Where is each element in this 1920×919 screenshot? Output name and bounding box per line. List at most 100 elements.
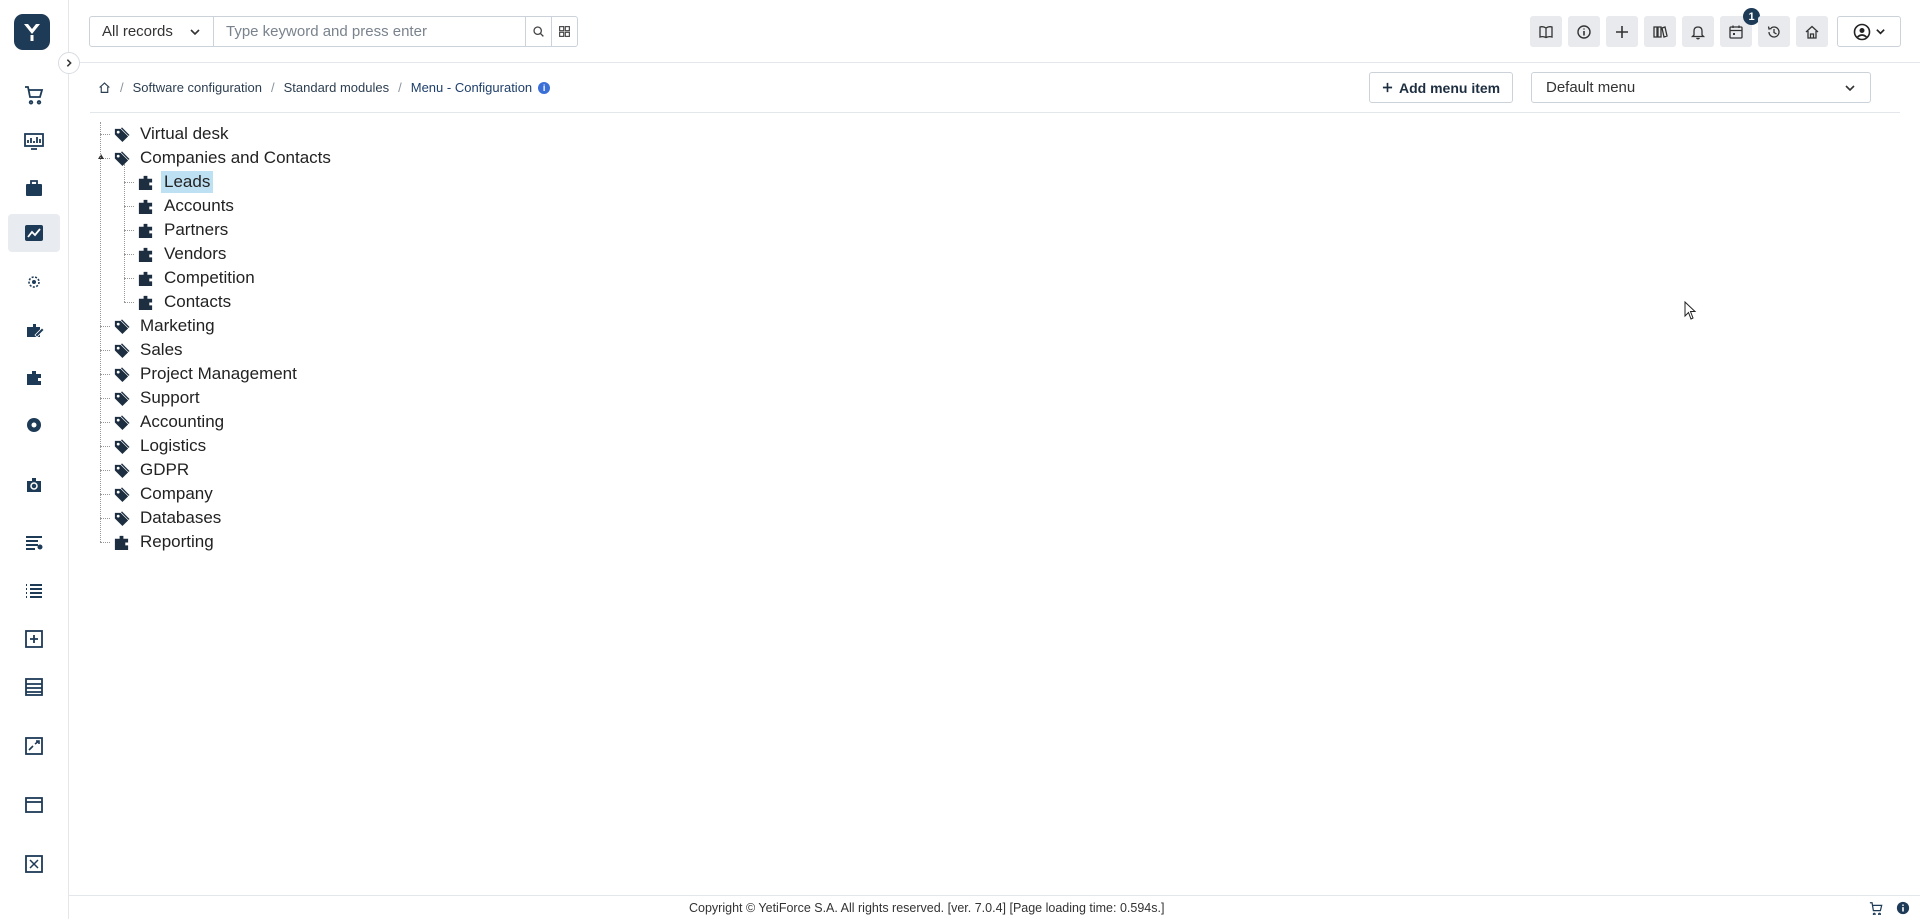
users-gear-icon bbox=[28, 276, 40, 288]
footer: Copyright © YetiForce S.A. All rights re… bbox=[69, 895, 1920, 919]
tag-icon bbox=[112, 389, 130, 407]
advanced-search-button[interactable] bbox=[551, 17, 577, 46]
sidebar-item-table[interactable] bbox=[8, 668, 60, 706]
bell-icon bbox=[1690, 25, 1706, 39]
tree-node-company[interactable]: Company bbox=[112, 482, 216, 506]
breadcrumb-standard-modules[interactable]: Standard modules bbox=[284, 80, 390, 95]
about-button[interactable] bbox=[1568, 16, 1600, 47]
menu-select[interactable]: Default menu bbox=[1531, 72, 1871, 103]
breadcrumb: / Software configuration / Standard modu… bbox=[98, 80, 551, 95]
tree-node-reporting[interactable]: Reporting bbox=[112, 530, 217, 554]
tree-node-companies-and-contacts[interactable]: Companies and Contacts bbox=[112, 146, 334, 170]
tree-node-competition[interactable]: Competition bbox=[136, 266, 258, 290]
sidebar-item-add-block[interactable] bbox=[8, 620, 60, 658]
sidebar-item-window[interactable] bbox=[8, 786, 60, 824]
tree-node-databases[interactable]: Databases bbox=[112, 506, 224, 530]
sidebar-item-list-settings[interactable] bbox=[8, 524, 60, 562]
tag-icon bbox=[112, 413, 130, 431]
top-header: All records 1 bbox=[69, 0, 1920, 63]
tag-icon bbox=[112, 317, 130, 335]
calendar-reminders-button[interactable]: 1 bbox=[1720, 8, 1760, 47]
user-menu-button[interactable] bbox=[1837, 16, 1901, 47]
tree-node-accounting[interactable]: Accounting bbox=[112, 410, 227, 434]
sidebar-item-settings-chart[interactable] bbox=[8, 214, 60, 252]
add-menu-item-label: Add menu item bbox=[1399, 79, 1501, 96]
puzzle-icon bbox=[136, 173, 154, 191]
list-settings-icon bbox=[26, 536, 43, 550]
edit-module-icon bbox=[27, 324, 45, 338]
search-input[interactable] bbox=[214, 17, 525, 46]
tree-node-marketing[interactable]: Marketing bbox=[112, 314, 218, 338]
tree-node-virtual-desk[interactable]: Virtual desk bbox=[112, 122, 232, 146]
info-icon[interactable]: i bbox=[538, 81, 551, 94]
tree-connector bbox=[100, 374, 110, 375]
footer-copyright: Copyright © YetiForce S.A. All rights re… bbox=[689, 901, 1165, 915]
home-button[interactable] bbox=[1796, 16, 1828, 47]
tree-connector bbox=[100, 422, 110, 423]
tree-node-leads[interactable]: Leads bbox=[136, 170, 214, 194]
chart-box-icon bbox=[25, 737, 43, 755]
puzzle-icon bbox=[136, 245, 154, 263]
breadcrumb-software-configuration[interactable]: Software configuration bbox=[133, 80, 262, 95]
sidebar-item-cog-module[interactable] bbox=[8, 406, 60, 444]
sidebar-item-users-gear[interactable] bbox=[8, 263, 60, 301]
tree-node-label: Reporting bbox=[140, 532, 214, 551]
search-scope-select[interactable]: All records bbox=[90, 17, 214, 46]
tree-node-contacts[interactable]: Contacts bbox=[136, 290, 234, 314]
tree-connector bbox=[100, 398, 110, 399]
tree-node-vendors[interactable]: Vendors bbox=[136, 242, 229, 266]
notifications-button[interactable] bbox=[1682, 16, 1714, 47]
tree-node-support[interactable]: Support bbox=[112, 386, 203, 410]
tree-node-label: Accounts bbox=[164, 196, 234, 215]
add-block-icon bbox=[25, 630, 43, 648]
sidebar-item-list[interactable] bbox=[8, 572, 60, 610]
cart-icon bbox=[25, 86, 44, 105]
search-icon bbox=[533, 26, 544, 37]
puzzle-icon bbox=[136, 269, 154, 287]
announcements-button[interactable] bbox=[1644, 16, 1676, 47]
tag-icon bbox=[112, 485, 130, 503]
tree-node-accounts[interactable]: Accounts bbox=[136, 194, 237, 218]
cart-icon[interactable] bbox=[1868, 900, 1884, 916]
briefcase-icon bbox=[26, 180, 42, 196]
sidebar-item-cart[interactable] bbox=[8, 75, 60, 113]
tree-connector bbox=[124, 230, 134, 231]
home-icon bbox=[1805, 25, 1819, 39]
tree-node-logistics[interactable]: Logistics bbox=[112, 434, 209, 458]
sidebar-item-edit-module[interactable] bbox=[8, 311, 60, 349]
tree-connector bbox=[100, 326, 110, 327]
sidebar-item-puzzle-module[interactable] bbox=[8, 358, 60, 396]
history-button[interactable] bbox=[1758, 16, 1790, 47]
tree-toggle-icon[interactable] bbox=[98, 154, 104, 159]
tree-node-sales[interactable]: Sales bbox=[112, 338, 186, 362]
sidebar-item-field[interactable] bbox=[8, 845, 60, 883]
sidebar-item-chart-box[interactable] bbox=[8, 727, 60, 765]
breadcrumb-bar: / Software configuration / Standard modu… bbox=[90, 64, 1900, 113]
sidebar-expand-button[interactable] bbox=[58, 52, 80, 74]
sidebar-item-monitor-chart[interactable] bbox=[8, 122, 60, 160]
user-circle-icon bbox=[1853, 23, 1870, 40]
yetiforce-logo[interactable] bbox=[14, 14, 50, 50]
tree-connector bbox=[124, 164, 125, 302]
chevron-down-icon bbox=[190, 28, 200, 35]
tree-connector bbox=[124, 206, 134, 207]
breadcrumb-current: Menu - Configuration bbox=[410, 80, 533, 95]
tree-node-label: Partners bbox=[164, 220, 229, 239]
home-icon[interactable] bbox=[98, 81, 111, 94]
tree-node-partners[interactable]: Partners bbox=[136, 218, 231, 242]
knowledge-base-button[interactable] bbox=[1530, 16, 1562, 47]
search-button[interactable] bbox=[525, 17, 551, 46]
news-icon bbox=[1653, 25, 1668, 38]
quick-create-button[interactable] bbox=[1606, 16, 1638, 47]
breadcrumb-separator: / bbox=[270, 80, 275, 95]
grid-icon bbox=[559, 26, 570, 37]
sidebar-item-search-module[interactable] bbox=[8, 465, 60, 503]
history-icon bbox=[1767, 25, 1780, 38]
tree-connector bbox=[124, 278, 134, 279]
tree-node-project-management[interactable]: Project Management bbox=[112, 362, 300, 386]
tree-connector bbox=[100, 494, 110, 495]
info-icon[interactable] bbox=[1895, 900, 1911, 916]
add-menu-item-button[interactable]: Add menu item bbox=[1369, 72, 1514, 103]
sidebar-item-briefcase[interactable] bbox=[8, 169, 60, 207]
tree-node-gdpr[interactable]: GDPR bbox=[112, 458, 192, 482]
